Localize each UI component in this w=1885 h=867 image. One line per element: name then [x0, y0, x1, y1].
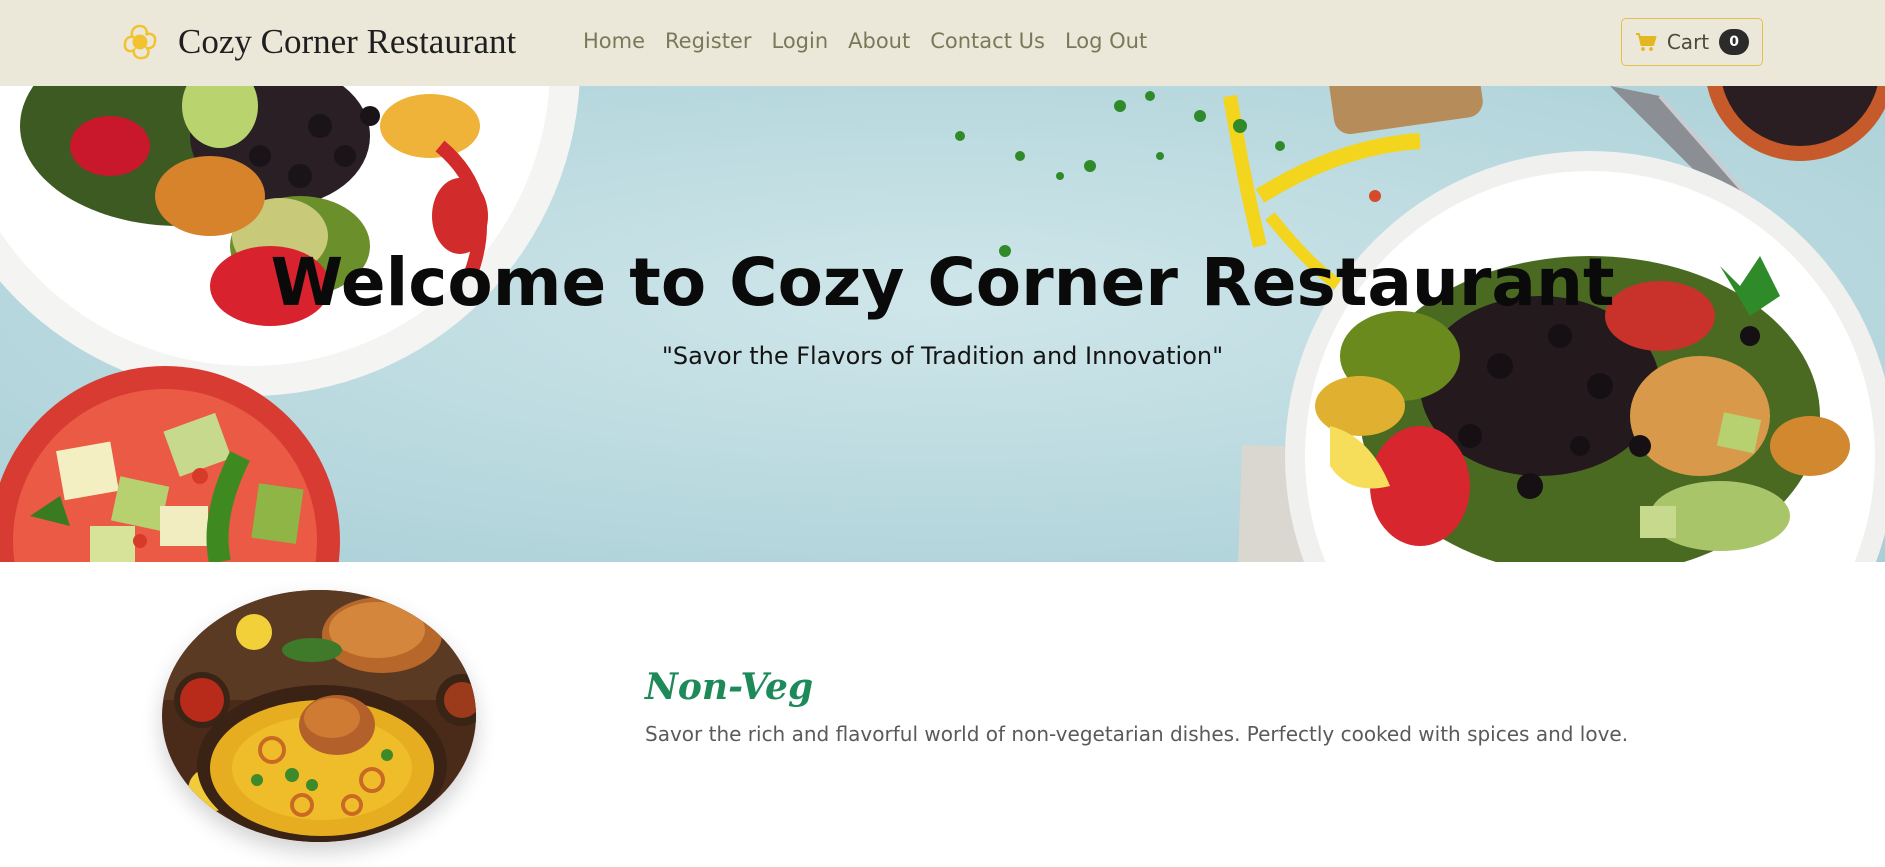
nav-link-about[interactable]: About	[848, 24, 910, 58]
category-section: Non-Veg Savor the rich and flavorful wor…	[0, 562, 1885, 867]
category-description: Savor the rich and flavorful world of no…	[645, 722, 1629, 746]
nav-link-home[interactable]: Home	[583, 24, 645, 58]
nav-links: Home Register Login About Contact Us Log…	[583, 24, 1147, 58]
nav-link-log-out[interactable]: Log Out	[1065, 24, 1147, 58]
category-title: Non-Veg	[645, 666, 814, 708]
cart-label: Cart	[1666, 30, 1710, 54]
nav-link-login[interactable]: Login	[771, 24, 828, 58]
navbar: Cozy Corner Restaurant Home Register Log…	[0, 0, 1885, 86]
nav-link-register[interactable]: Register	[665, 24, 751, 58]
hero-food-image	[0, 86, 1885, 562]
brand-name: Cozy Corner Restaurant	[178, 22, 517, 61]
cart-button[interactable]: Cart 0	[1621, 18, 1763, 66]
non-veg-dish-image[interactable]	[162, 590, 476, 842]
cart-count-badge: 0	[1719, 29, 1750, 55]
hero-banner: Welcome to Cozy Corner Restaurant "Savor…	[0, 86, 1885, 562]
nav-link-contact-us[interactable]: Contact Us	[930, 24, 1045, 58]
cart-icon	[1635, 33, 1657, 51]
hero-title: Welcome to Cozy Corner Restaurant	[270, 244, 1615, 321]
brand-link[interactable]: Cozy Corner Restaurant	[120, 20, 516, 64]
hero-subtitle: "Savor the Flavors of Tradition and Inno…	[661, 342, 1224, 370]
flower-icon	[123, 24, 157, 60]
